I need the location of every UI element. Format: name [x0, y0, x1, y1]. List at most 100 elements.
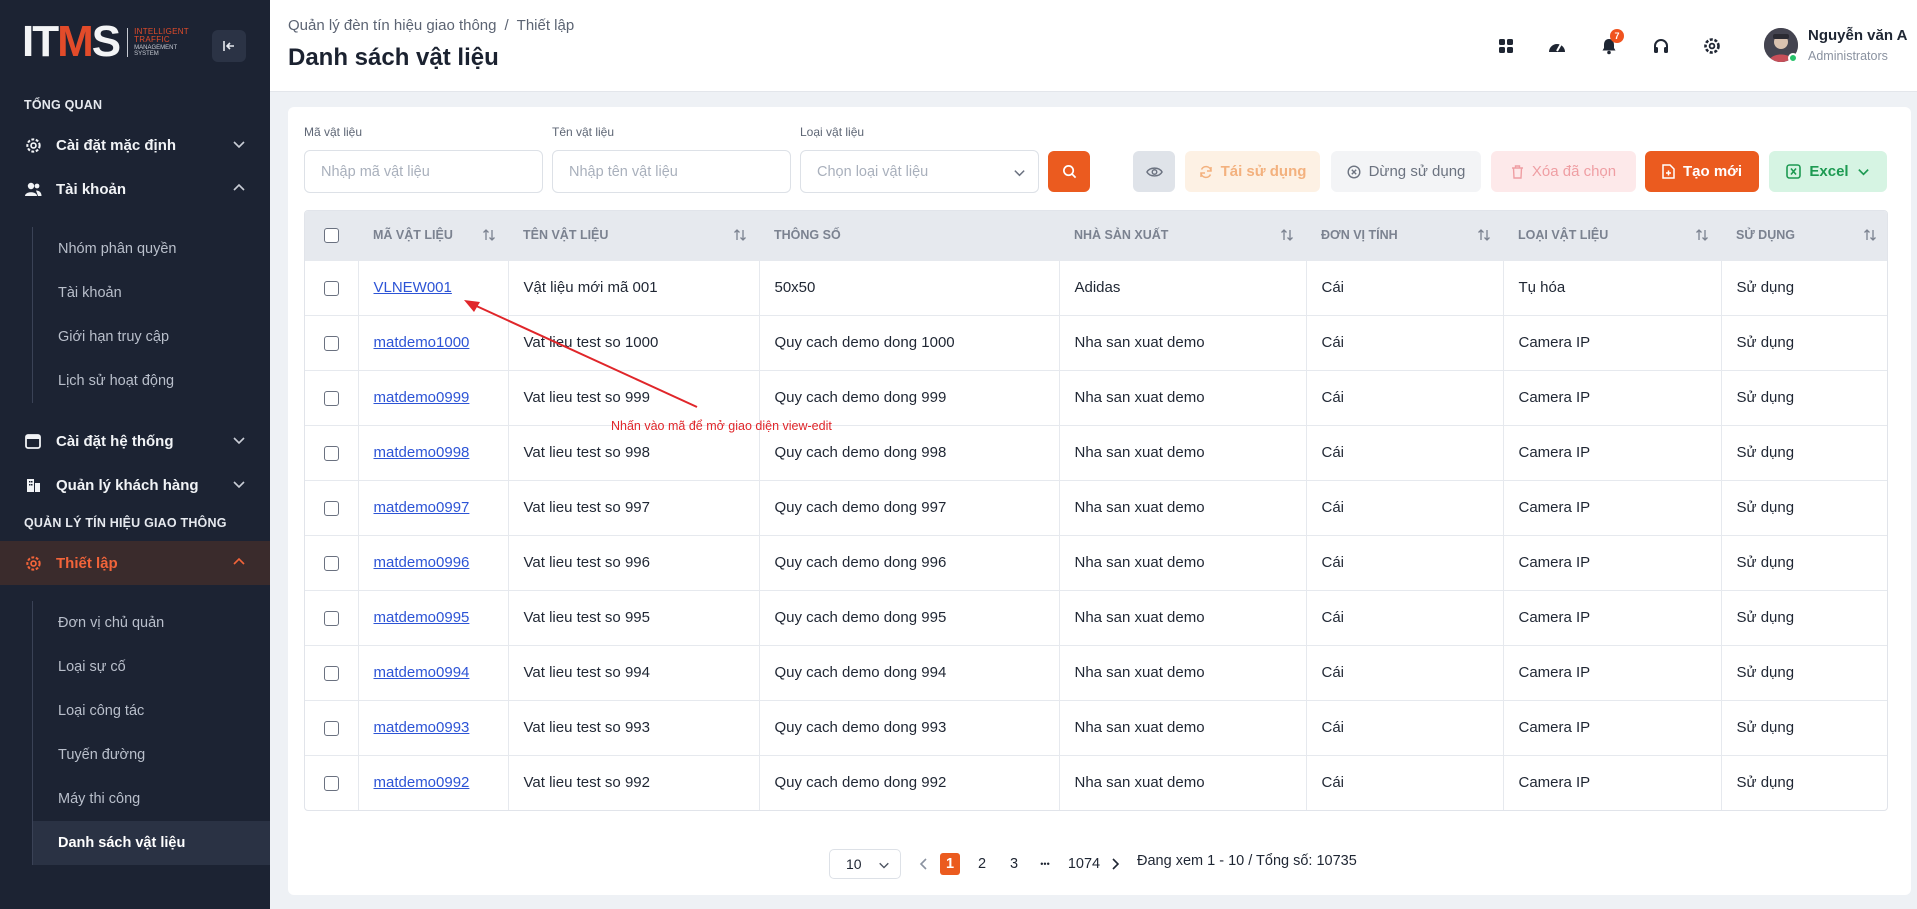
sort-icon[interactable] [1477, 228, 1491, 242]
cell-usage: Sử dụng [1720, 424, 1887, 480]
column-header-code[interactable]: MÃ VẬT LIỆU [358, 211, 508, 260]
delete-selected-button[interactable]: Xóa đã chọn [1491, 151, 1636, 192]
column-header-type[interactable]: LOẠI VẬT LIỆU [1503, 211, 1721, 260]
row-checkbox[interactable] [323, 555, 339, 571]
sort-icon[interactable] [733, 228, 747, 242]
table-row: matdemo0997 Vat lieu test so 997 Quy cach … [305, 479, 1887, 535]
page-button-1[interactable]: 1 [940, 853, 960, 875]
sidebar-item-accounts[interactable]: Tài khoản [33, 271, 270, 315]
apps-button[interactable] [1491, 31, 1521, 61]
sidebar-item-activity-history[interactable]: Lịch sử hoạt động [33, 359, 270, 403]
column-header-spec: THÔNG SỐ [774, 228, 841, 243]
user-name[interactable]: Nguyễn văn A [1808, 27, 1907, 44]
sidebar-item-permission-groups[interactable]: Nhóm phân quyền [33, 227, 270, 271]
row-checkbox[interactable] [323, 720, 339, 736]
sidebar-item-construction-machines[interactable]: Máy thi công [33, 777, 270, 821]
name-filter-input[interactable] [552, 150, 791, 193]
material-code-link[interactable]: matdemo0994 [374, 664, 470, 681]
row-checkbox[interactable] [323, 500, 339, 516]
column-header-manufacturer[interactable]: NHÀ SẢN XUẤT [1059, 211, 1306, 260]
sidebar-collapse-button[interactable] [212, 30, 246, 62]
stop-using-button[interactable]: Dừng sử dụng [1331, 151, 1481, 192]
cell-spec: Quy cach demo dong 1000 [758, 314, 1059, 370]
notifications-button[interactable]: 7 [1594, 29, 1624, 61]
page-button-2[interactable]: 2 [972, 853, 992, 875]
sidebar-item-routes[interactable]: Tuyến đường [33, 733, 270, 777]
row-checkbox[interactable] [323, 665, 339, 681]
row-select-cell [305, 754, 358, 810]
type-filter-select[interactable]: Chọn loại vật liệu [800, 150, 1039, 193]
material-code-link[interactable]: VLNEW001 [374, 279, 452, 296]
cell-name: Vat lieu test so 993 [507, 699, 759, 755]
cell-spec: Quy cach demo dong 993 [758, 699, 1059, 755]
material-code-link[interactable]: matdemo0992 [374, 774, 470, 791]
sidebar-item-material-list[interactable]: Danh sách vật liệu [33, 821, 270, 865]
sort-icon[interactable] [1863, 228, 1877, 242]
cell-unit: Cái [1305, 699, 1503, 755]
menu-account[interactable]: Tài khoản [0, 167, 270, 211]
select-all-checkbox[interactable] [324, 227, 339, 243]
material-code-link[interactable]: matdemo1000 [374, 334, 470, 351]
row-checkbox[interactable] [323, 775, 339, 791]
row-checkbox[interactable] [323, 335, 339, 351]
pagination-ellipsis[interactable]: ••• [1034, 853, 1056, 875]
material-code-link[interactable]: matdemo0993 [374, 719, 470, 736]
account-submenu: Nhóm phân quyền Tài khoản Giới hạn truy … [32, 227, 270, 403]
next-page-button[interactable] [1108, 853, 1122, 875]
create-new-button[interactable]: Tạo mới [1645, 151, 1759, 192]
page-button-last[interactable]: 1074 [1064, 853, 1104, 875]
cell-name: Vat lieu test so 996 [507, 534, 759, 590]
sidebar-item-access-limits[interactable]: Giới hạn truy cập [33, 315, 270, 359]
page-size-select[interactable]: 10 [829, 849, 901, 879]
window-icon [24, 432, 42, 450]
sidebar-item-incident-types[interactable]: Loại sự cố [33, 645, 270, 689]
cell-unit: Cái [1305, 369, 1503, 425]
arrow-right-icon [1112, 858, 1120, 870]
breadcrumb-root[interactable]: Quản lý đèn tín hiệu giao thông [288, 17, 497, 34]
sidebar-item-work-types[interactable]: Loại công tác [33, 689, 270, 733]
pagination-info: Đang xem 1 - 10 / Tổng số: 10735 [1137, 853, 1357, 869]
support-button[interactable] [1646, 31, 1676, 61]
row-checkbox[interactable] [323, 445, 339, 461]
menu-system-settings[interactable]: Cài đặt hệ thống [0, 419, 270, 463]
row-select-cell [305, 424, 358, 480]
dashboard-button[interactable] [1542, 31, 1572, 61]
logo[interactable]: ITMS INTELLIGENT TRAFFIC MANAGEMENT SYST… [22, 18, 189, 66]
settings-button[interactable] [1697, 31, 1727, 61]
code-filter-input[interactable] [304, 150, 543, 193]
material-code-link[interactable]: matdemo0996 [374, 554, 470, 571]
menu-setup[interactable]: Thiết lập [0, 541, 270, 585]
row-checkbox[interactable] [323, 280, 339, 296]
menu-default-settings[interactable]: Cài đặt mặc định [0, 123, 270, 167]
topbar: Quản lý đèn tín hiệu giao thông / Thiết … [270, 0, 1917, 92]
table-row: matdemo0996 Vat lieu test so 996 Quy cach … [305, 534, 1887, 590]
reuse-button[interactable]: Tái sử dụng [1185, 151, 1320, 192]
chevron-up-icon [233, 557, 245, 565]
cell-usage: Sử dụng [1720, 369, 1887, 425]
breadcrumb-current[interactable]: Thiết lập [517, 17, 575, 34]
sort-icon[interactable] [1695, 228, 1709, 242]
material-code-link[interactable]: matdemo0998 [374, 444, 470, 461]
column-header-unit[interactable]: ĐƠN VỊ TÍNH [1306, 211, 1503, 260]
user-role: Administrators [1808, 49, 1888, 63]
material-code-link[interactable]: matdemo0999 [374, 389, 470, 406]
menu-customer-management[interactable]: Quản lý khách hàng [0, 463, 270, 507]
column-header-usage[interactable]: SỬ DỤNG [1721, 211, 1887, 260]
row-checkbox[interactable] [323, 390, 339, 406]
previous-page-button[interactable] [917, 853, 931, 875]
cell-code: matdemo0995 [357, 589, 508, 645]
toggle-columns-button[interactable] [1133, 151, 1175, 192]
gear-icon [1704, 38, 1720, 54]
column-header-name[interactable]: TÊN VẬT LIỆU [508, 211, 759, 260]
chevron-down-icon [1857, 169, 1869, 176]
page-button-3[interactable]: 3 [1004, 853, 1024, 875]
row-checkbox[interactable] [323, 610, 339, 626]
material-code-link[interactable]: matdemo0995 [374, 609, 470, 626]
sidebar-item-managing-units[interactable]: Đơn vị chủ quản [33, 601, 270, 645]
cell-manufacturer: Nha san xuat demo [1058, 699, 1306, 755]
sort-icon[interactable] [482, 228, 496, 242]
excel-export-button[interactable]: Excel [1769, 151, 1887, 192]
search-button[interactable] [1048, 151, 1090, 192]
material-code-link[interactable]: matdemo0997 [374, 499, 470, 516]
sort-icon[interactable] [1280, 228, 1294, 242]
